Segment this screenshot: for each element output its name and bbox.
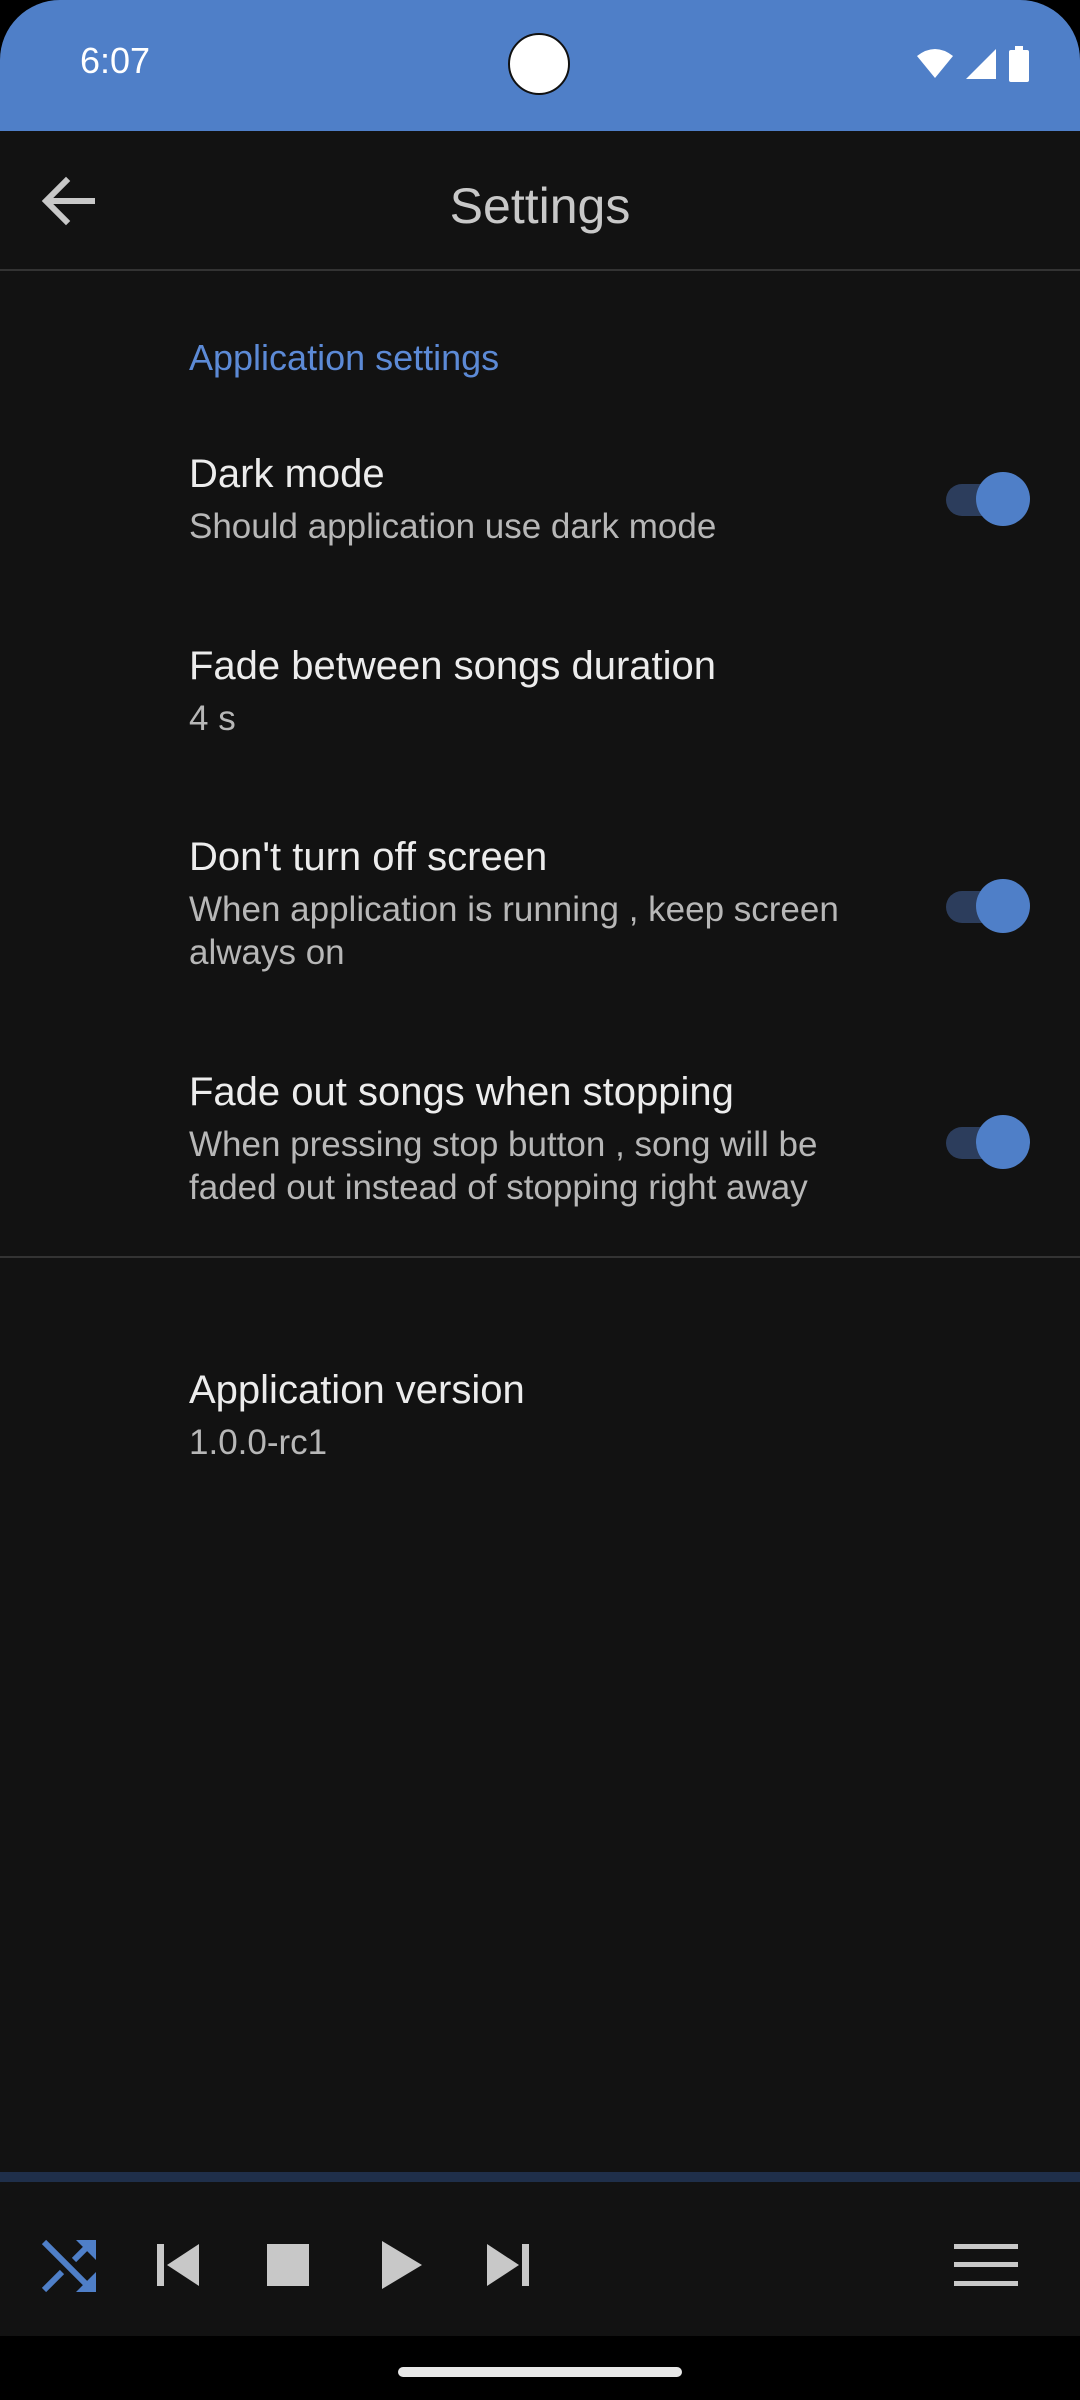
front-camera xyxy=(508,33,570,95)
wifi-icon xyxy=(917,49,953,78)
pref-title: Fade between songs duration xyxy=(189,644,717,688)
status-time: 6:07 xyxy=(80,40,151,81)
pref-dark-mode[interactable]: Dark mode Should application use dark mo… xyxy=(0,420,1080,570)
pref-title: Don't turn off screen xyxy=(189,835,548,879)
pref-summary: When application is running , keep scree… xyxy=(189,890,839,972)
section-header: Application settings xyxy=(189,337,500,378)
pref-summary: Should application use dark mode xyxy=(189,507,717,546)
pref-fade-duration[interactable]: Fade between songs duration 4 s xyxy=(0,610,1080,760)
skip-next-icon xyxy=(487,2244,529,2286)
pref-summary: 1.0.0-rc1 xyxy=(189,1423,328,1462)
dark-mode-switch[interactable] xyxy=(946,470,1030,526)
menu-icon xyxy=(954,2244,1018,2286)
screen: 6:07 Settings Application settings Dark xyxy=(0,0,1080,2400)
pref-keep-screen-on[interactable]: Don't turn off screen When application i… xyxy=(0,800,1080,1000)
battery-icon xyxy=(1009,46,1029,82)
skip-previous-icon xyxy=(157,2244,199,2286)
divider xyxy=(0,1256,1080,1258)
app-bar: Settings xyxy=(0,131,1080,271)
status-bar: 6:07 xyxy=(0,0,1080,131)
previous-button[interactable] xyxy=(143,2230,213,2300)
switch-thumb xyxy=(976,1115,1030,1169)
pref-title: Fade out songs when stopping xyxy=(189,1070,734,1114)
stop-icon xyxy=(267,2244,309,2286)
switch-thumb xyxy=(976,472,1030,526)
player-progress-bar[interactable] xyxy=(0,2172,1080,2182)
fade-out-switch[interactable] xyxy=(946,1113,1030,1169)
home-gesture-handle[interactable] xyxy=(398,2367,682,2377)
signal-icon xyxy=(966,49,996,79)
switch-thumb xyxy=(976,879,1030,933)
page-title: Settings xyxy=(449,178,631,234)
play-icon xyxy=(382,2241,422,2289)
pref-title: Application version xyxy=(189,1368,525,1412)
pref-summary: 4 s xyxy=(189,699,236,738)
shuffle-button[interactable] xyxy=(34,2230,104,2300)
shuffle-icon xyxy=(41,2239,96,2293)
pref-title: Dark mode xyxy=(189,452,385,496)
play-button[interactable] xyxy=(366,2230,436,2300)
menu-button[interactable] xyxy=(951,2230,1021,2300)
pref-fade-out-stop[interactable]: Fade out songs when stopping When pressi… xyxy=(0,1040,1080,1240)
pref-summary: When pressing stop button , song will be… xyxy=(189,1125,818,1207)
stop-button[interactable] xyxy=(253,2230,323,2300)
pref-app-version[interactable]: Application version 1.0.0-rc1 xyxy=(0,1340,1080,1490)
status-icons xyxy=(916,46,1030,82)
keep-screen-on-switch[interactable] xyxy=(946,877,1030,933)
next-button[interactable] xyxy=(473,2230,543,2300)
